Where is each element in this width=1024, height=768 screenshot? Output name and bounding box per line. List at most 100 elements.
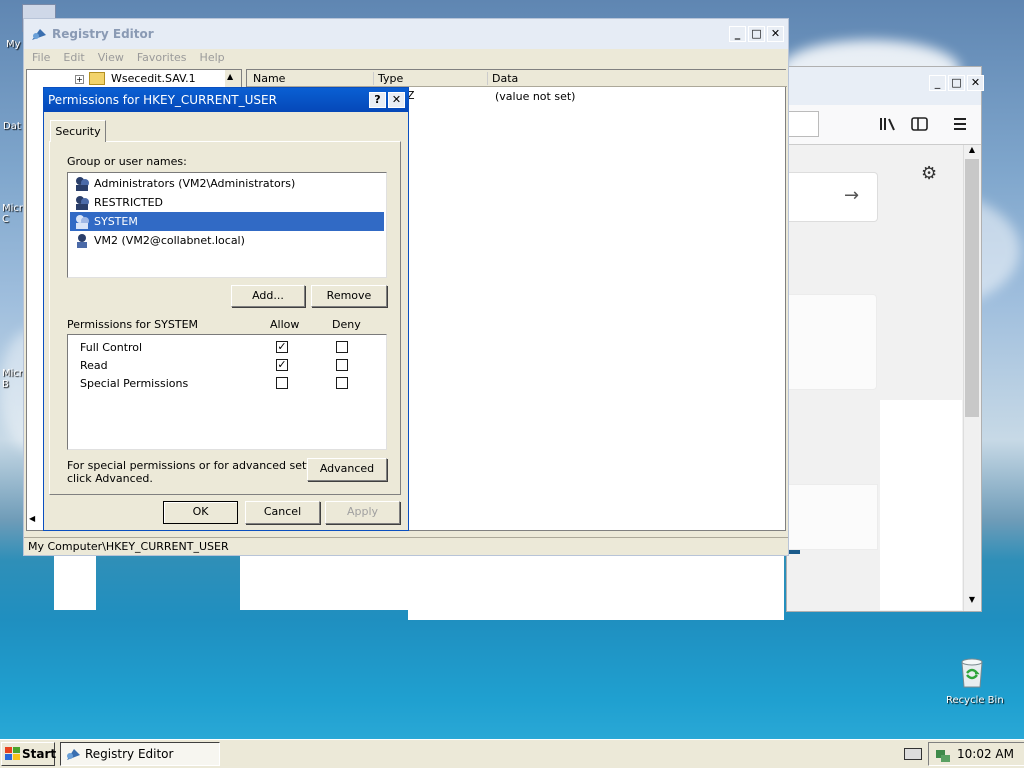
task-label: Registry Editor [85,747,174,761]
user-name: VM2 (VM2@collabnet.local) [94,234,245,247]
deny-checkbox[interactable] [336,359,348,371]
user-group-icon [76,177,89,191]
allow-checkbox[interactable] [276,377,288,389]
registry-editor-app-icon [30,26,48,42]
cancel-button[interactable]: Cancel [245,501,320,524]
value-data-cell: (value not set) [495,90,576,103]
advanced-button[interactable]: Advanced [307,458,387,481]
add-button[interactable]: Add... [231,285,305,307]
folder-icon [89,72,105,85]
start-button[interactable]: Start [1,742,57,766]
close-button[interactable]: ✕ [388,92,405,108]
permissions-title: Permissions for HKEY_CURRENT_USER [48,93,277,107]
network-icon[interactable] [935,747,951,763]
registry-editor-title: Registry Editor [52,27,154,41]
top-site-tile[interactable] [781,294,877,390]
browser-window-controls: _ □ ✕ [927,75,984,91]
menu-view[interactable]: View [98,49,124,67]
registry-editor-titlebar: Registry Editor _ □ ✕ [24,19,788,49]
settings-gear-icon[interactable]: ⚙ [921,163,937,184]
menu-favorites[interactable]: Favorites [137,49,187,67]
registry-status-bar: My Computer\HKEY_CURRENT_USER [24,537,788,555]
close-button[interactable]: ✕ [767,26,784,42]
permissions-dialog: Permissions for HKEY_CURRENT_USER ? ✕ Se… [43,87,409,531]
desktop-icon-label: Micro C [2,203,29,225]
column-type[interactable]: Type [373,72,403,85]
maximize-button[interactable]: □ [948,75,965,91]
windows-logo-icon [5,747,20,760]
library-icon[interactable] [879,117,897,131]
advanced-note: For special permissions or for advanced … [67,459,337,485]
user-icon [77,234,87,248]
scroll-up-button[interactable]: ▲ [965,145,979,159]
browser-page-fragment [54,550,96,610]
allow-checkbox[interactable]: ✓ [276,359,288,371]
user-group-icon [76,196,89,210]
permissions-titlebar: Permissions for HKEY_CURRENT_USER ? ✕ [44,88,408,112]
permission-name: Read [80,359,108,372]
registry-window-controls: _ □ ✕ [727,26,784,42]
advanced-note-line: click Advanced. [67,472,153,485]
desktop-icon-label: Micro B [2,368,29,390]
security-tab-panel: Group or user names: Administrators (VM2… [49,141,401,495]
column-data[interactable]: Data [487,72,518,85]
scroll-up-button[interactable]: ▲ [227,72,233,81]
user-name: RESTRICTED [94,196,164,209]
advanced-note-line: For special permissions or for advanced … [67,459,337,472]
registry-menu-bar: File Edit View Favorites Help [24,49,788,67]
expand-icon[interactable]: + [75,75,84,84]
values-header: Name Type Data [247,70,787,87]
minimize-button[interactable]: _ [929,75,946,91]
registry-editor-task-icon [67,749,80,760]
browser-toolbar [787,105,981,145]
deny-checkbox[interactable] [336,377,348,389]
system-tray: 10:02 AM [928,742,1024,766]
arrow-right-icon[interactable]: → [844,185,859,206]
clock[interactable]: 10:02 AM [957,747,1014,761]
deny-header: Deny [332,318,361,331]
sidebar-icon[interactable] [911,117,929,131]
start-label: Start [22,747,57,761]
permission-name: Special Permissions [80,377,189,390]
tree-item-label[interactable]: Wsecedit.SAV.1 [111,72,196,85]
close-button[interactable]: ✕ [967,75,984,91]
url-bar-fragment[interactable] [787,111,819,137]
recycle-bin-icon[interactable] [958,656,986,688]
remove-button[interactable]: Remove [311,285,387,307]
user-list-item[interactable]: RESTRICTED [70,193,384,212]
scroll-left-button[interactable]: ◀ [29,514,35,523]
taskbar: Start Registry Editor 10:02 AM [0,739,1024,768]
ok-button[interactable]: OK [163,501,238,524]
scroll-down-button[interactable]: ▼ [965,595,979,609]
menu-icon[interactable] [953,117,967,131]
permissions-title-buttons: ? ✕ [367,92,405,108]
permissions-list: Full Control ✓ Read ✓ Special Permission… [67,334,387,450]
menu-help[interactable]: Help [200,49,225,67]
scroll-thumb[interactable] [965,159,979,417]
user-list-item[interactable]: VM2 (VM2@collabnet.local) [70,231,384,250]
user-list: Administrators (VM2\Administrators) REST… [67,172,387,278]
menu-file[interactable]: File [32,49,50,67]
taskbar-task-registry-editor[interactable]: Registry Editor [60,742,220,766]
browser-page-fragment [880,400,962,610]
status-path: My Computer\HKEY_CURRENT_USER [28,540,229,553]
user-list-item-selected[interactable]: SYSTEM [70,212,384,231]
help-button[interactable]: ? [369,92,386,108]
minimize-button[interactable]: _ [729,26,746,42]
apply-button[interactable]: Apply [325,501,400,524]
allow-checkbox[interactable]: ✓ [276,341,288,353]
allow-header: Allow [270,318,300,331]
column-name[interactable]: Name [253,72,285,85]
group-names-label: Group or user names: [67,155,187,168]
deny-checkbox[interactable] [336,341,348,353]
user-group-icon [76,215,89,229]
user-name: SYSTEM [94,215,138,228]
tab-security[interactable]: Security [50,120,106,142]
browser-scrollbar[interactable]: ▲ ▼ [963,145,979,611]
menu-edit[interactable]: Edit [63,49,84,67]
user-name: Administrators (VM2\Administrators) [94,177,296,190]
maximize-button[interactable]: □ [748,26,765,42]
user-list-item[interactable]: Administrators (VM2\Administrators) [70,174,384,193]
keyboard-icon[interactable] [904,748,922,760]
recycle-bin-label: Recycle Bin [946,695,1004,706]
